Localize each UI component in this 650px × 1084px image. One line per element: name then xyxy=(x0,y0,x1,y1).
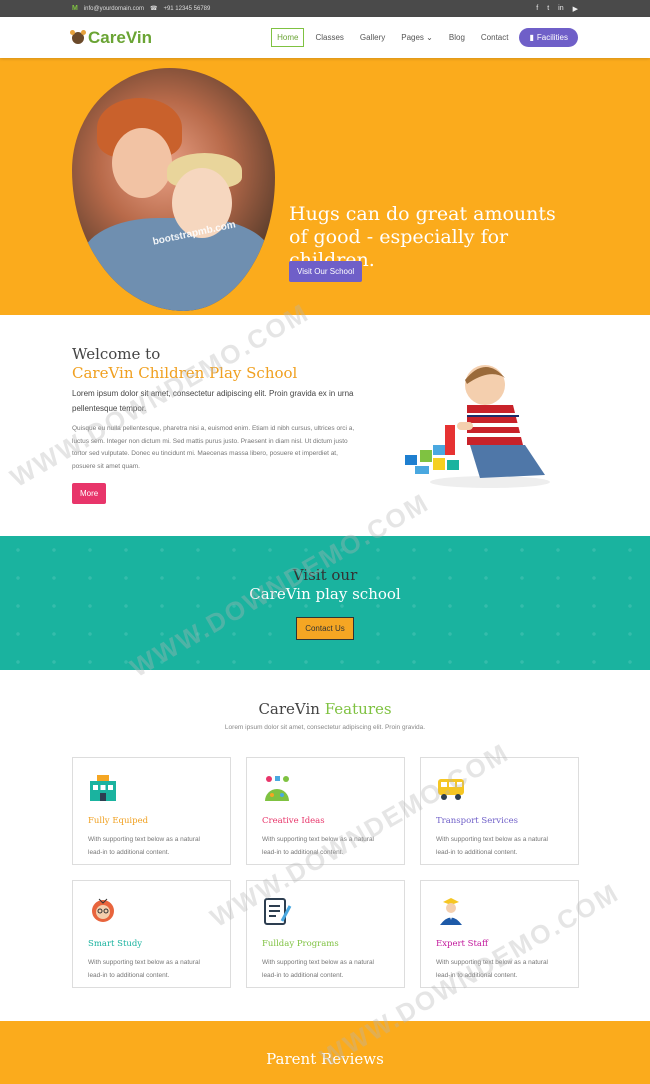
facebook-icon[interactable]: f xyxy=(536,5,538,13)
feature-text: With supporting text below as a natural … xyxy=(262,959,375,979)
boy-playing-blocks-image xyxy=(405,365,550,488)
feature-text: With supporting text below as a natural … xyxy=(88,959,201,979)
features-title: CareVin Features xyxy=(0,700,650,718)
site-header: Care Vin Home Classes Gallery Pages ⌄ Blo… xyxy=(0,17,650,58)
feature-title: Transport Services xyxy=(436,816,518,826)
creative-toys-icon xyxy=(265,776,289,801)
facilities-label: Facilities xyxy=(536,33,568,42)
feature-card[interactable]: Transport Services With supporting text … xyxy=(420,757,579,865)
site-logo[interactable]: Care Vin xyxy=(70,27,152,48)
features-title-part1: CareVin xyxy=(258,700,320,718)
more-button[interactable]: More xyxy=(72,483,107,504)
nav-classes[interactable]: Classes xyxy=(310,29,348,46)
linkedin-icon[interactable]: in xyxy=(558,5,563,13)
feature-text: With supporting text below as a natural … xyxy=(262,836,375,856)
contact-info: M info@yourdomain.com ☎ +91 12345 56789 xyxy=(72,5,210,12)
social-links: f t in ▶ xyxy=(536,5,578,13)
phone-number[interactable]: +91 12345 56789 xyxy=(163,6,210,12)
feature-card[interactable]: Creative Ideas With supporting text belo… xyxy=(246,757,405,865)
nav-pages-label: Pages xyxy=(401,33,424,42)
facilities-button[interactable]: ▮ Facilities xyxy=(519,28,578,47)
feature-title: Fully Equiped xyxy=(88,816,149,826)
logo-text-vin: Vin xyxy=(125,27,152,47)
feature-card[interactable]: Expert Staff With supporting text below … xyxy=(420,880,579,988)
visit-title-line2: CareVin play school xyxy=(249,585,401,603)
welcome-body: Quisque eu nulla pellentesque, pharetra … xyxy=(72,425,355,470)
feature-title: Fullday Programs xyxy=(262,939,339,949)
welcome-lead: Lorem ipsum dolor sit amet, consectetur … xyxy=(72,389,354,413)
visit-title: Visit our CareVin play school xyxy=(0,536,650,604)
feature-card[interactable]: Fully Equiped With supporting text below… xyxy=(72,757,231,865)
feature-text: With supporting text below as a natural … xyxy=(436,959,549,979)
program-list-icon xyxy=(264,898,292,925)
reviews-title: Parent Reviews xyxy=(266,1050,384,1068)
visit-school-button[interactable]: Visit Our School xyxy=(289,261,363,282)
feature-card[interactable]: Fullday Programs With supporting text be… xyxy=(246,880,405,988)
visit-section: Visit our CareVin play school Contact Us xyxy=(0,536,650,670)
nav-contact[interactable]: Contact xyxy=(476,29,514,46)
phone-icon: ☎ xyxy=(149,6,158,12)
email-link[interactable]: info@yourdomain.com xyxy=(84,6,144,12)
chevron-down-icon: ⌄ xyxy=(426,33,433,42)
welcome-section: Welcome to CareVin Children Play School … xyxy=(0,315,650,536)
top-info-bar: M info@yourdomain.com ☎ +91 12345 56789 … xyxy=(0,0,650,17)
main-nav: Home Classes Gallery Pages ⌄ Blog Contac… xyxy=(271,28,578,47)
reviews-section: Parent Reviews xyxy=(0,1021,650,1084)
features-section: CareVin Features Lorem ipsum dolor sit a… xyxy=(0,670,650,1021)
nav-blog[interactable]: Blog xyxy=(444,29,470,46)
welcome-title-line2: CareVin Children Play School xyxy=(72,364,298,382)
welcome-title: Welcome to CareVin Children Play School xyxy=(72,345,297,383)
smart-study-icon xyxy=(92,898,114,922)
feature-card[interactable]: Smart Study With supporting text below a… xyxy=(72,880,231,988)
hero-image: bootstrapmb.com xyxy=(72,68,275,311)
youtube-icon[interactable]: ▶ xyxy=(573,5,578,13)
logo-text-care: Care xyxy=(88,27,126,47)
school-building-icon xyxy=(90,775,116,801)
bear-logo-icon xyxy=(70,29,86,44)
feature-text: With supporting text below as a natural … xyxy=(88,836,201,856)
visit-title-line1: Visit our xyxy=(292,566,358,584)
features-subtitle: Lorem ipsum dolor sit amet, consectetur … xyxy=(224,724,426,731)
welcome-title-line1: Welcome to xyxy=(72,345,161,363)
contact-us-button[interactable]: Contact Us xyxy=(296,617,354,640)
hero-slider: bootstrapmb.com Hugs can do great amount… xyxy=(0,58,650,315)
mail-icon: M xyxy=(72,5,78,12)
nav-home[interactable]: Home xyxy=(271,28,305,47)
feature-title: Expert Staff xyxy=(436,939,488,949)
nav-gallery[interactable]: Gallery xyxy=(355,29,390,46)
bar-chart-icon: ▮ xyxy=(529,33,534,42)
features-grid: Fully Equiped With supporting text below… xyxy=(72,757,579,988)
expert-staff-icon xyxy=(440,898,462,925)
twitter-icon[interactable]: t xyxy=(547,5,549,13)
school-bus-icon xyxy=(438,779,464,800)
feature-title: Smart Study xyxy=(88,939,143,949)
features-title-part2: Features xyxy=(324,700,392,718)
nav-pages[interactable]: Pages ⌄ xyxy=(396,29,438,46)
feature-text: With supporting text below as a natural … xyxy=(436,836,549,856)
feature-title: Creative Ideas xyxy=(262,816,325,826)
